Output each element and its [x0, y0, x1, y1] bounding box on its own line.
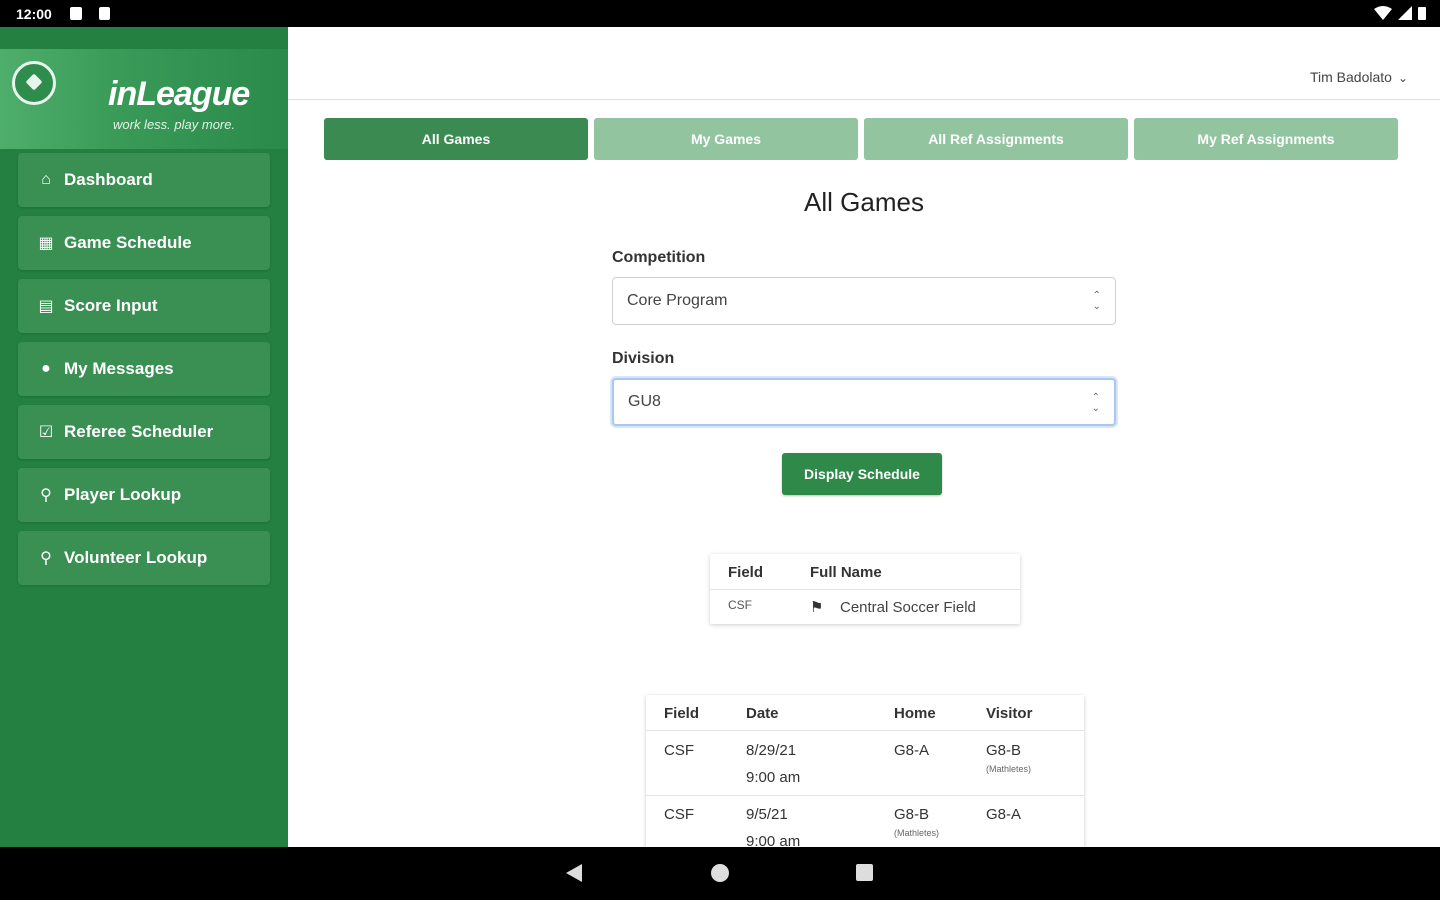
main-content: Tim Badolato ⌄ All Games My Games All Ref… — [288, 27, 1440, 847]
status-time: 12:00 — [16, 6, 52, 22]
sidebar-item-volunteer-lookup[interactable]: ⚲ Volunteer Lookup — [18, 531, 270, 585]
table-row: CSF 8/29/21 9:00 am G8-A G8-B (Mathletes… — [646, 732, 1084, 796]
search-icon: ⚲ — [40, 487, 52, 504]
sidebar-item-my-messages[interactable]: ● My Messages — [18, 342, 270, 396]
sidebar-item-label: Score Input — [64, 296, 158, 315]
back-icon[interactable] — [566, 864, 582, 882]
home-team: G8-B — [894, 806, 930, 823]
sidebar-item-label: Referee Scheduler — [64, 422, 214, 441]
tab-my-games[interactable]: My Games — [594, 118, 858, 160]
column-header: Home — [894, 705, 936, 722]
top-bar: Tim Badolato ⌄ — [288, 27, 1440, 100]
brand-tagline: work less. play more. — [113, 117, 236, 132]
table-header: Field Date Home Visitor — [646, 695, 1084, 731]
recent-apps-icon[interactable] — [856, 864, 873, 881]
game-date: 9/5/21 — [746, 806, 788, 823]
column-header: Field — [664, 705, 700, 722]
visitor-team: G8-A — [986, 806, 1022, 823]
tab-bar: All Games My Games All Ref Assignments M… — [324, 118, 1398, 160]
calendar-icon: ▦ — [38, 235, 54, 252]
game-time: 9:00 am — [746, 769, 801, 786]
competition-label: Competition — [612, 249, 706, 266]
column-header: Full Name — [810, 564, 882, 581]
sidebar-item-label: Player Lookup — [64, 485, 182, 504]
sd-card-icon — [99, 7, 110, 20]
brand-logo: inLeague — [108, 75, 250, 113]
sidebar-item-score-input[interactable]: ▤ Score Input — [18, 279, 270, 333]
sidebar-item-label: Volunteer Lookup — [64, 548, 208, 567]
brand-header[interactable]: inLeague work less. play more. — [0, 49, 288, 149]
signal-icon — [1398, 6, 1412, 20]
table-row: CSF ⚑ Central Soccer Field — [710, 590, 1020, 624]
map-pin-icon[interactable]: ⚑ — [810, 598, 823, 616]
select-arrows-icon: ⌃ ⌄ — [1092, 290, 1101, 312]
game-field: CSF — [664, 742, 694, 759]
sidebar-item-label: Dashboard — [64, 170, 153, 189]
user-menu[interactable]: Tim Badolato ⌄ — [1310, 69, 1408, 85]
visitor-team-note: (Mathletes) — [986, 764, 1032, 774]
select-arrows-icon: ⌃ ⌄ — [1091, 392, 1100, 414]
wifi-icon — [1374, 6, 1392, 20]
notification-icon — [70, 7, 82, 20]
sidebar-item-game-schedule[interactable]: ▦ Game Schedule — [18, 216, 270, 270]
sidebar-nav: ⌂ Dashboard ▦ Game Schedule ▤ Score Inpu… — [18, 153, 270, 594]
column-header: Visitor — [986, 705, 1033, 722]
page-title: All Games — [804, 187, 924, 217]
division-label: Division — [612, 350, 675, 367]
competition-select[interactable]: Core Program ⌃ ⌄ — [612, 277, 1116, 325]
sidebar-item-referee-scheduler[interactable]: ☑ Referee Scheduler — [18, 405, 270, 459]
sidebar-item-label: My Messages — [64, 359, 174, 378]
sidebar: inLeague work less. play more. ⌂ Dashboa… — [0, 27, 288, 847]
tab-my-ref-assignments[interactable]: My Ref Assignments — [1134, 118, 1398, 160]
column-header: Field — [728, 564, 764, 581]
clipboard-check-icon: ☑ — [38, 424, 54, 441]
user-name: Tim Badolato — [1309, 69, 1392, 85]
division-value: GU8 — [628, 393, 661, 410]
field-code: CSF — [728, 598, 752, 612]
games-table: Field Date Home Visitor CSF 8/29/21 9:00… — [646, 695, 1084, 847]
sidebar-item-dashboard[interactable]: ⌂ Dashboard — [18, 153, 270, 207]
soccer-ball-logo-icon — [12, 61, 56, 105]
tab-all-ref-assignments[interactable]: All Ref Assignments — [864, 118, 1128, 160]
game-time: 9:00 am — [746, 833, 801, 847]
competition-value: Core Program — [627, 292, 728, 309]
table-header: Field Full Name — [710, 554, 1020, 590]
status-bar: 12:00 — [0, 0, 1440, 27]
game-date: 8/29/21 — [746, 742, 797, 759]
game-field: CSF — [664, 806, 694, 823]
system-nav-bar — [0, 847, 1440, 900]
display-schedule-button[interactable]: Display Schedule — [782, 453, 942, 495]
battery-icon — [1418, 7, 1426, 20]
table-row: CSF 9/5/21 9:00 am G8-B (Mathletes) G8-A — [646, 796, 1084, 847]
home-team: G8-A — [894, 742, 930, 759]
field-full-name[interactable]: Central Soccer Field — [840, 599, 976, 616]
search-icon: ⚲ — [40, 550, 52, 567]
home-circle-icon[interactable] — [711, 864, 729, 882]
sidebar-item-label: Game Schedule — [64, 233, 192, 252]
home-team-note: (Mathletes) — [894, 828, 940, 838]
division-select[interactable]: GU8 ⌃ ⌄ — [612, 378, 1116, 426]
column-header: Date — [746, 705, 779, 722]
tab-all-games[interactable]: All Games — [324, 118, 588, 160]
chat-icon: ● — [41, 360, 51, 377]
fields-table: Field Full Name CSF ⚑ Central Soccer Fie… — [710, 554, 1020, 624]
visitor-team: G8-B — [986, 742, 1022, 759]
clipboard-icon: ▤ — [38, 298, 54, 315]
sidebar-item-player-lookup[interactable]: ⚲ Player Lookup — [18, 468, 270, 522]
chevron-down-icon: ⌄ — [1397, 71, 1408, 85]
home-icon: ⌂ — [41, 171, 51, 188]
